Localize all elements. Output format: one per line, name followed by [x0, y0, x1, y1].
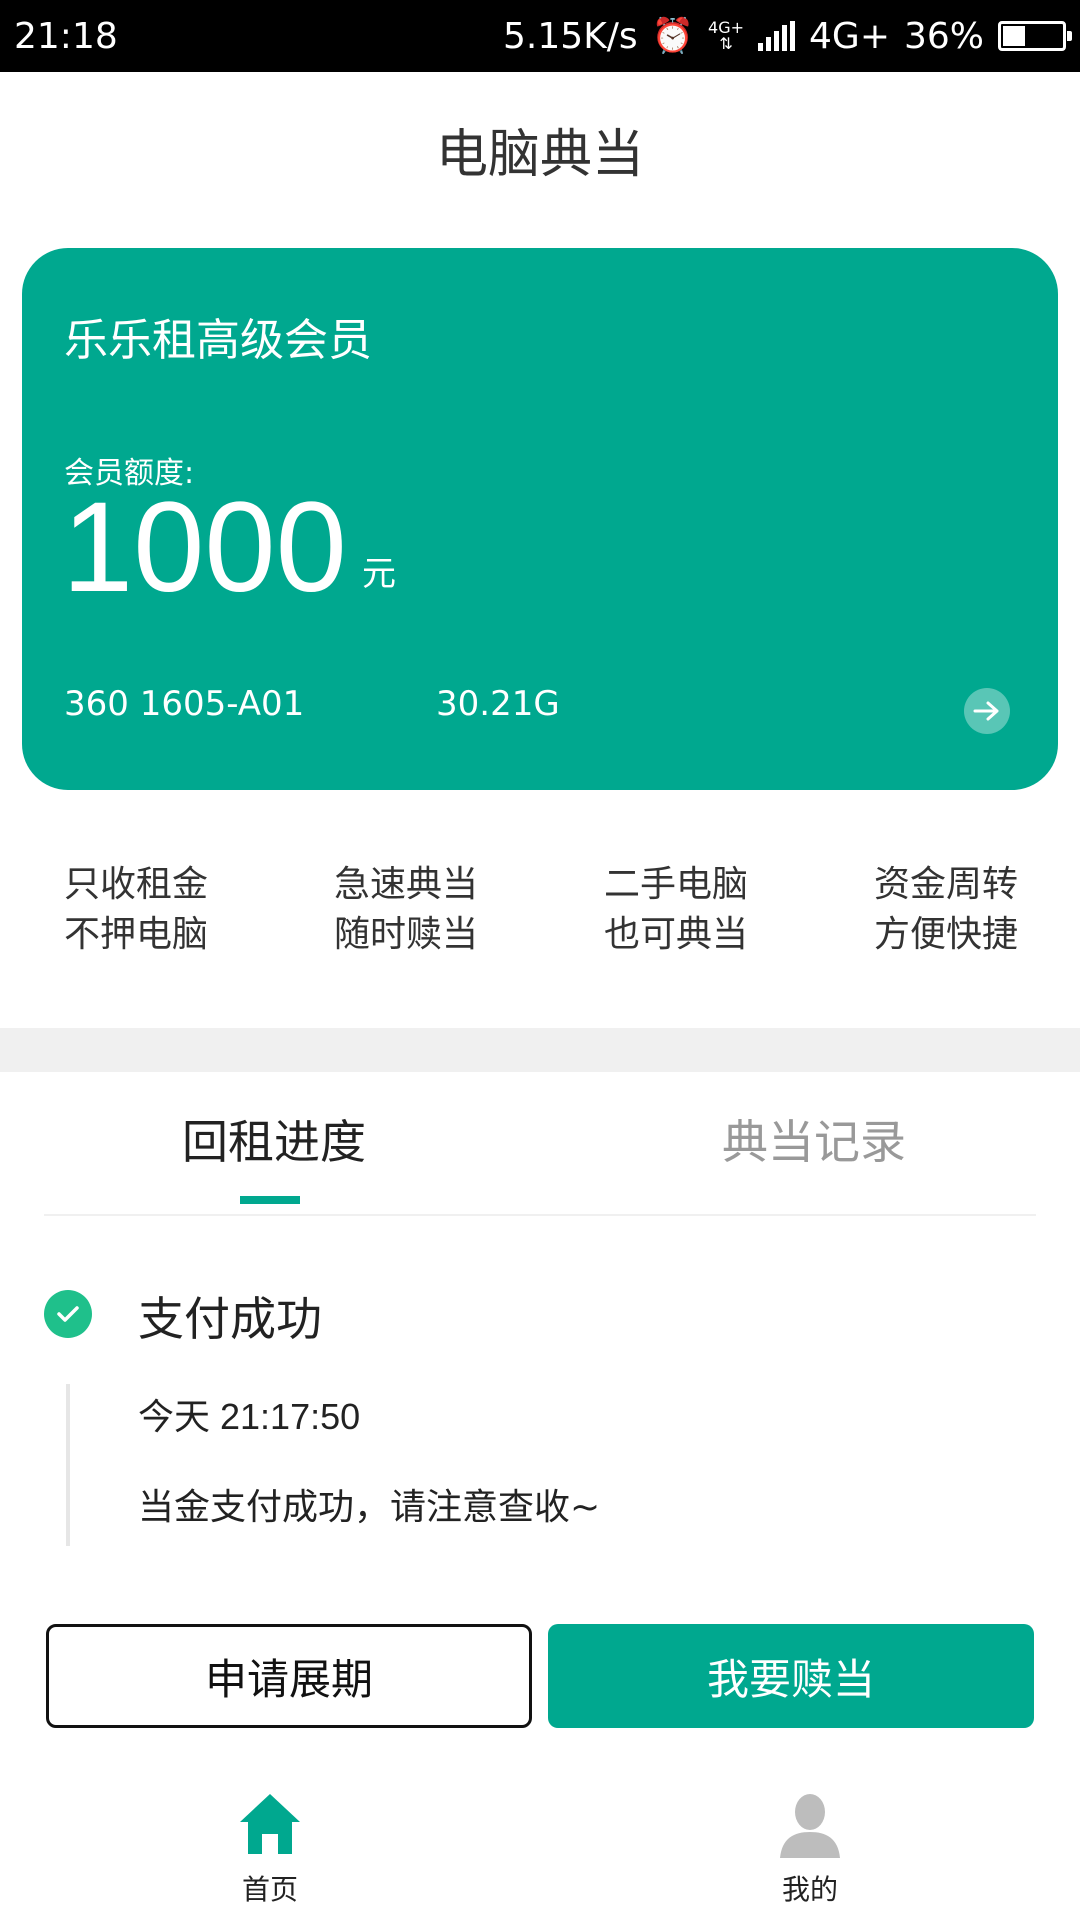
signal-icon — [758, 21, 796, 51]
feature-line1: 急速典当 — [334, 864, 479, 905]
page-title: 电脑典当 — [435, 125, 644, 185]
feature-line1: 二手电脑 — [604, 864, 749, 905]
card-title: 乐乐租高级会员 — [64, 315, 372, 366]
network-type: 4G+ — [809, 15, 890, 57]
battery-percent: 36% — [903, 15, 984, 57]
feature-line2: 不押电脑 — [64, 914, 209, 955]
feature-item: 资金周转 方便快捷 — [874, 860, 1074, 960]
screen: 21:18 5.15K/s ⏰ 4G+ ⇅ 4G+ 36% 电脑典当 乐乐租高级… — [0, 0, 1080, 1920]
feature-line2: 随时赎当 — [334, 914, 479, 955]
feature-list: 只收租金 不押电脑 急速典当 随时赎当 二手电脑 也可典当 资金周转 方便快捷 — [0, 860, 1080, 970]
feature-line2: 方便快捷 — [874, 914, 1019, 955]
timeline-line — [66, 1384, 70, 1546]
tab-divider — [44, 1214, 1036, 1216]
home-icon — [240, 1794, 300, 1854]
card-arrow-button[interactable] — [964, 688, 1010, 734]
feature-item: 只收租金 不押电脑 — [64, 860, 264, 960]
alarm-icon: ⏰ — [651, 16, 695, 56]
feature-item: 二手电脑 也可典当 — [604, 860, 804, 960]
feature-line2: 也可典当 — [604, 914, 749, 955]
member-card[interactable]: 乐乐租高级会员 会员额度: 1000 元 360 1605-A01 30.21G — [22, 248, 1058, 790]
status-indicators: 5.15K/s ⏰ 4G+ ⇅ 4G+ 36% — [503, 15, 1072, 57]
feature-item: 急速典当 随时赎当 — [334, 860, 534, 960]
battery-fill — [1003, 26, 1026, 46]
network-type-small: 4G+ ⇅ — [708, 20, 744, 52]
tab-indicator — [240, 1196, 300, 1204]
check-circle-icon — [44, 1290, 92, 1338]
status-time: 21:18 — [14, 15, 118, 57]
nav-label-mine: 我的 — [781, 1873, 838, 1906]
device-model: 360 1605-A01 — [64, 684, 305, 724]
nav-item-home[interactable]: 首页 — [200, 1790, 340, 1910]
progress-timestamp: 今天 21:17:50 — [138, 1396, 361, 1437]
redeem-button[interactable]: 我要赎当 — [548, 1624, 1034, 1728]
arrow-right-icon — [973, 701, 999, 721]
user-icon — [780, 1794, 840, 1858]
nav-label-home: 首页 — [241, 1873, 298, 1906]
network-speed: 5.15K/s — [503, 15, 638, 57]
battery-icon — [998, 21, 1072, 51]
section-divider — [0, 1028, 1080, 1072]
feature-line1: 只收租金 — [64, 864, 209, 905]
apply-extension-button[interactable]: 申请展期 — [46, 1624, 532, 1728]
quota-value: 1000 — [62, 476, 347, 619]
progress-status-title: 支付成功 — [138, 1292, 322, 1346]
tab-pawn-records[interactable]: 典当记录 — [722, 1106, 906, 1172]
quota-unit: 元 — [362, 554, 396, 594]
status-bar: 21:18 5.15K/s ⏰ 4G+ ⇅ 4G+ 36% — [0, 0, 1080, 72]
tab-rental-progress[interactable]: 回租进度 — [182, 1106, 366, 1172]
device-storage: 30.21G — [436, 684, 560, 724]
data-arrows-icon: ⇅ — [719, 34, 733, 53]
progress-message: 当金支付成功，请注意查收~ — [138, 1487, 601, 1528]
nav-item-mine[interactable]: 我的 — [740, 1790, 880, 1910]
feature-line1: 资金周转 — [874, 864, 1019, 905]
